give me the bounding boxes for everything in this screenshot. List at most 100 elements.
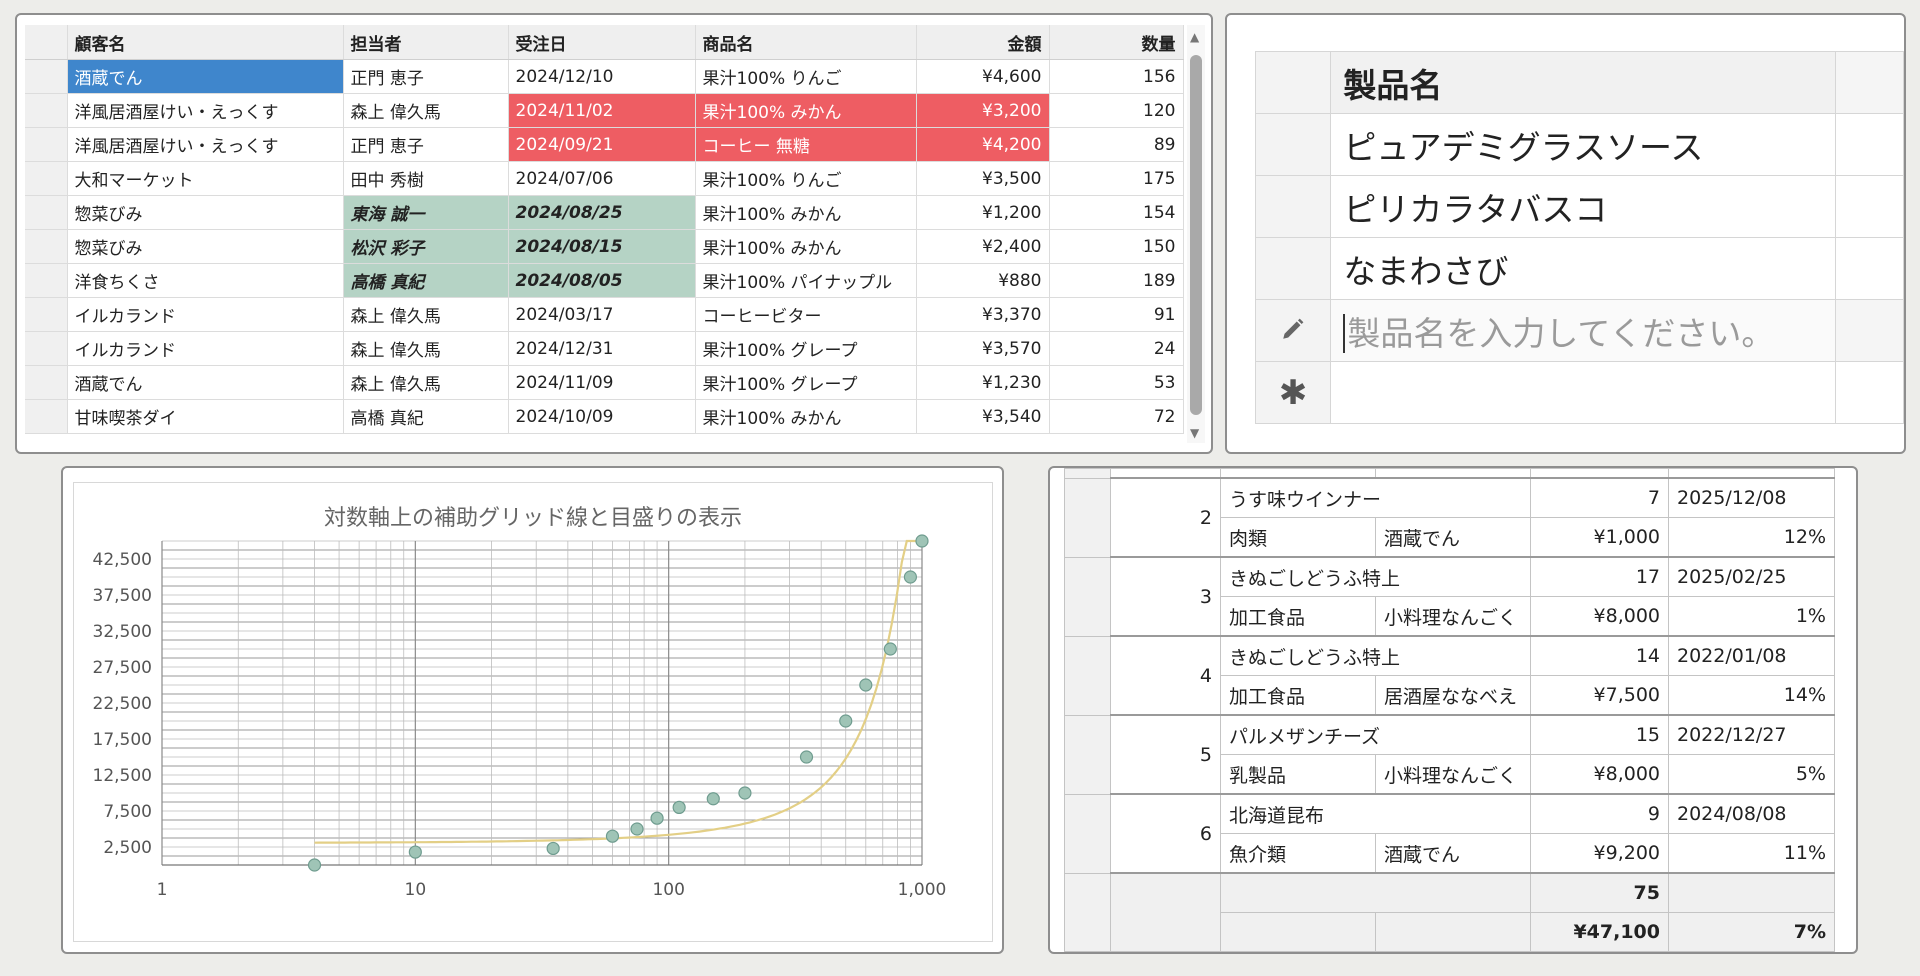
- rate[interactable]: 12%: [1668, 517, 1835, 558]
- product-cell[interactable]: ピュアデミグラスソース: [1330, 113, 1837, 176]
- table-cell[interactable]: 果汁100% みかん: [695, 195, 917, 230]
- row-header[interactable]: [25, 93, 68, 128]
- row-header[interactable]: [25, 399, 68, 434]
- table-cell[interactable]: イルカランド: [67, 331, 344, 366]
- date[interactable]: 2025/12/08: [1668, 477, 1835, 518]
- table-cell[interactable]: 洋風居酒屋けい・えっくす: [67, 127, 344, 162]
- column-header[interactable]: 顧客名: [67, 25, 344, 60]
- price[interactable]: ¥1,000: [1530, 517, 1669, 558]
- table-cell[interactable]: 森上 偉久馬: [343, 331, 509, 366]
- category[interactable]: 乳製品: [1220, 754, 1376, 795]
- orders-grid[interactable]: 顧客名 担当者 受注日 商品名 金額 数量 酒蔵でん 正門 恵子 2024/12/10 果汁10…: [25, 25, 1184, 434]
- corner-header[interactable]: [25, 25, 68, 60]
- category[interactable]: 肉類: [1220, 517, 1376, 558]
- price[interactable]: ¥9,200: [1530, 833, 1669, 874]
- row-header[interactable]: [25, 161, 68, 196]
- price[interactable]: ¥8,000: [1530, 754, 1669, 795]
- record-row[interactable]: 4 きぬごしどうふ特上 14 2022/01/08: [1064, 635, 1835, 716]
- table-cell[interactable]: ¥2,400: [916, 229, 1050, 264]
- scrollbar-thumb[interactable]: [1190, 55, 1202, 415]
- table-cell[interactable]: 72: [1049, 399, 1184, 434]
- record-row[interactable]: 5 パルメザンチーズ 15 2022/12/27: [1064, 714, 1835, 795]
- table-cell[interactable]: 2024/09/21: [508, 127, 696, 162]
- table-cell[interactable]: 2024/03/17: [508, 297, 696, 332]
- product-name[interactable]: 北海道昆布: [1220, 793, 1531, 834]
- table-row[interactable]: 洋風居酒屋けい・えっくす 森上 偉久馬 2024/11/02 果汁100% みかん ¥3…: [25, 93, 1184, 128]
- price[interactable]: ¥7,500: [1530, 675, 1669, 716]
- table-cell[interactable]: 果汁100% みかん: [695, 93, 917, 128]
- customer[interactable]: 居酒屋ななべえ: [1375, 675, 1531, 716]
- record-row[interactable]: 2 うす味ウインナー 7 2025/12/08: [1064, 477, 1835, 558]
- table-cell[interactable]: 正門 恵子: [343, 127, 509, 162]
- product-name-header[interactable]: 製品名: [1330, 51, 1837, 114]
- table-cell[interactable]: 酒蔵でん: [67, 59, 344, 94]
- row-header[interactable]: [25, 365, 68, 400]
- table-cell[interactable]: 大和マーケット: [67, 161, 344, 196]
- table-cell[interactable]: 89: [1049, 127, 1184, 162]
- row-header[interactable]: [25, 195, 68, 230]
- table-cell[interactable]: 175: [1049, 161, 1184, 196]
- record-number[interactable]: 3: [1110, 556, 1221, 637]
- table-cell[interactable]: 田中 秀樹: [343, 161, 509, 196]
- table-cell[interactable]: 洋食ちくさ: [67, 263, 344, 298]
- table-cell[interactable]: 高橋 真紀: [343, 263, 509, 298]
- vertical-scrollbar[interactable]: ▲ ▼: [1187, 25, 1205, 443]
- table-row[interactable]: 洋風居酒屋けい・えっくす 正門 恵子 2024/09/21 コーヒー 無糖 ¥4,200…: [25, 127, 1184, 162]
- row-header[interactable]: [1254, 113, 1332, 176]
- table-row[interactable]: 酒蔵でん 正門 恵子 2024/12/10 果汁100% りんご ¥4,600 156: [25, 59, 1184, 94]
- row-header[interactable]: [25, 331, 68, 366]
- column-header[interactable]: 受注日: [508, 25, 696, 60]
- date[interactable]: 2024/08/08: [1668, 793, 1835, 834]
- table-row[interactable]: 甘味喫茶ダイ 高橋 真紀 2024/10/09 果汁100% みかん ¥3,540 72: [25, 399, 1184, 434]
- table-cell[interactable]: ¥4,600: [916, 59, 1050, 94]
- table-cell[interactable]: 正門 恵子: [343, 59, 509, 94]
- table-cell[interactable]: 91: [1049, 297, 1184, 332]
- column-header[interactable]: 金額: [916, 25, 1050, 60]
- date[interactable]: 2022/01/08: [1668, 635, 1835, 676]
- record-number[interactable]: 5: [1110, 714, 1221, 795]
- table-cell[interactable]: ¥880: [916, 263, 1050, 298]
- row-header[interactable]: [1064, 793, 1111, 874]
- quantity[interactable]: 15: [1530, 714, 1669, 755]
- table-cell[interactable]: 120: [1049, 93, 1184, 128]
- product-name[interactable]: うす味ウインナー: [1220, 477, 1531, 518]
- table-cell[interactable]: 2024/11/02: [508, 93, 696, 128]
- customer[interactable]: 小料理なんごく: [1375, 596, 1531, 637]
- table-cell[interactable]: 2024/08/15: [508, 229, 696, 264]
- table-cell[interactable]: 松沢 彩子: [343, 229, 509, 264]
- table-cell[interactable]: ¥3,570: [916, 331, 1050, 366]
- table-cell[interactable]: 酒蔵でん: [67, 365, 344, 400]
- table-cell[interactable]: 惣菜びみ: [67, 229, 344, 264]
- record-number[interactable]: 2: [1110, 477, 1221, 558]
- column-header[interactable]: 担当者: [343, 25, 509, 60]
- rate[interactable]: 1%: [1668, 596, 1835, 637]
- customer[interactable]: 小料理なんごく: [1375, 754, 1531, 795]
- table-cell[interactable]: 果汁100% グレープ: [695, 331, 917, 366]
- table-cell[interactable]: 森上 偉久馬: [343, 93, 509, 128]
- rate[interactable]: 11%: [1668, 833, 1835, 874]
- table-cell[interactable]: 東海 誠一: [343, 195, 509, 230]
- row-header[interactable]: [1064, 714, 1111, 795]
- table-cell[interactable]: 高橋 真紀: [343, 399, 509, 434]
- record-number[interactable]: 6: [1110, 793, 1221, 874]
- table-cell[interactable]: 果汁100% みかん: [695, 229, 917, 264]
- table-cell[interactable]: 2024/12/31: [508, 331, 696, 366]
- quantity[interactable]: 9: [1530, 793, 1669, 834]
- product-grid[interactable]: 製品名 ピュアデミグラスソース ピリカラタバスコ なまわさび 製品名を入力してく…: [1254, 51, 1904, 424]
- table-cell[interactable]: 2024/10/09: [508, 399, 696, 434]
- date[interactable]: 2025/02/25: [1668, 556, 1835, 597]
- table-cell[interactable]: 2024/08/05: [508, 263, 696, 298]
- table-cell[interactable]: 2024/08/25: [508, 195, 696, 230]
- row-header[interactable]: [1064, 635, 1111, 716]
- customer[interactable]: 酒蔵でん: [1375, 833, 1531, 874]
- table-cell[interactable]: 果汁100% りんご: [695, 59, 917, 94]
- table-cell[interactable]: 果汁100% グレープ: [695, 365, 917, 400]
- row-header[interactable]: [25, 59, 68, 94]
- table-row[interactable]: 洋食ちくさ 高橋 真紀 2024/08/05 果汁100% パイナップル ¥880 189: [25, 263, 1184, 298]
- product-cell[interactable]: なまわさび: [1330, 237, 1837, 300]
- row-header[interactable]: [25, 297, 68, 332]
- category[interactable]: 加工食品: [1220, 675, 1376, 716]
- table-cell[interactable]: 150: [1049, 229, 1184, 264]
- product-name[interactable]: きぬごしどうふ特上: [1220, 635, 1531, 676]
- table-cell[interactable]: 189: [1049, 263, 1184, 298]
